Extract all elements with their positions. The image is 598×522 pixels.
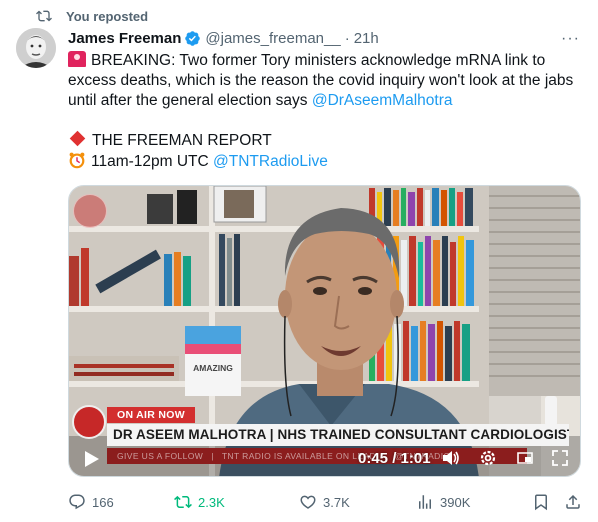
book-title: AMAZING (193, 363, 233, 373)
like-count: 3.7K (323, 494, 350, 510)
breaking-paragraph: BREAKING: Two former Tory ministers ackn… (68, 51, 584, 111)
fullscreen-icon[interactable] (550, 448, 570, 468)
views-count: 390K (440, 494, 471, 510)
post-header: James Freeman @james_freeman__ · 21h (68, 30, 582, 47)
more-options-icon[interactable]: ··· (561, 30, 580, 48)
views-chart-icon (419, 495, 431, 509)
alarm-clock-icon (69, 152, 85, 169)
reply-count: 166 (92, 494, 114, 510)
repost-button[interactable]: 2.3K (174, 493, 225, 511)
show-line: THE FREEMAN REPORT (68, 130, 584, 151)
share-button[interactable] (564, 493, 582, 511)
settings-gear-icon[interactable] (478, 448, 498, 468)
verified-badge-icon[interactable] (184, 30, 201, 47)
repost-icon (36, 10, 52, 22)
avatar[interactable] (16, 28, 56, 68)
repost-label: You reposted (66, 8, 149, 24)
bookmark-icon (535, 494, 547, 511)
video-timecode: 0:45 / 1:01 (358, 450, 431, 467)
repost-indicator[interactable]: You reposted (36, 8, 148, 24)
picture-in-picture-icon[interactable] (515, 448, 535, 468)
mention-drmalhotra[interactable]: @DrAseemMalhotra (312, 92, 453, 109)
views-button[interactable]: 390K (416, 493, 470, 511)
bookmark-button[interactable] (532, 493, 550, 511)
author-name[interactable]: James Freeman (68, 30, 181, 47)
heart-icon (300, 495, 316, 509)
post-text: BREAKING: Two former Tory ministers ackn… (68, 51, 584, 172)
schedule-line: 11am-12pm UTC @TNTRadioLive (68, 151, 584, 172)
reply-button[interactable]: 166 (68, 493, 114, 511)
separator-dot: · (344, 30, 350, 47)
like-button[interactable]: 3.7K (299, 493, 350, 511)
mention-tntradio[interactable]: @TNTRadioLive (213, 153, 328, 170)
repost-count: 2.3K (198, 494, 225, 510)
repost-action-icon (174, 495, 192, 509)
show-title: THE FREEMAN REPORT (92, 132, 272, 149)
siren-icon (68, 51, 86, 67)
tnt-radio-logo (72, 405, 106, 439)
share-icon (566, 494, 580, 509)
schedule-text: 11am-12pm UTC (91, 153, 214, 170)
post-actions: 166 2.3K 3.7K 390K (68, 491, 582, 513)
video-controls: 0:45 / 1:01 (69, 440, 580, 476)
red-diamond-icon (69, 130, 86, 147)
channel-badge-icon (73, 194, 107, 228)
volume-icon[interactable] (441, 448, 461, 468)
video-player[interactable]: AMAZING ON AIR NOW DR ASEEM MALHOTRA | N… (68, 185, 581, 477)
post-timestamp[interactable]: 21h (354, 30, 379, 47)
reply-icon (69, 494, 85, 510)
author-handle[interactable]: @james_freeman__ (205, 30, 340, 47)
play-icon[interactable] (81, 449, 101, 469)
on-air-label: ON AIR NOW (107, 407, 195, 423)
